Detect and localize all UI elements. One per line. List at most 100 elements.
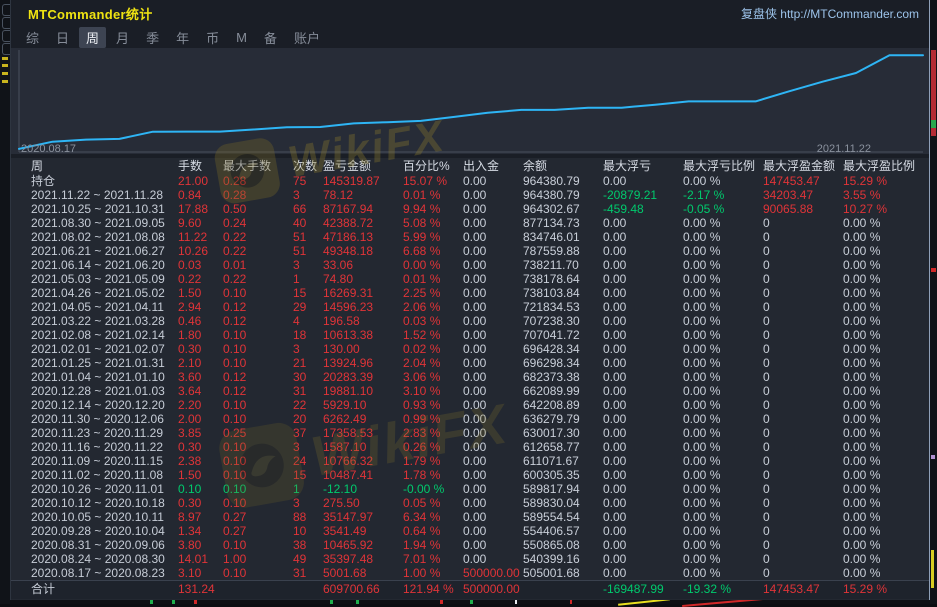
table-row[interactable]: 2020.11.23 ~ 2020.11.293.850.253717358.5… — [11, 426, 929, 440]
table-row[interactable]: 2020.08.17 ~ 2020.08.233.100.10315001.68… — [11, 566, 929, 580]
table-row-cell: 2020.11.23 ~ 2020.11.29 — [31, 426, 178, 440]
table-row-cell: 0.00 % — [683, 398, 763, 412]
table-row-cell: 0.00 — [603, 216, 683, 230]
brand-link[interactable]: 复盘侠 http://MTCommander.com — [741, 5, 919, 22]
menu-item-M[interactable]: M — [229, 29, 254, 46]
menu-item-季[interactable]: 季 — [139, 27, 166, 48]
table-row[interactable]: 2020.08.24 ~ 2020.08.3014.011.004935397.… — [11, 552, 929, 566]
table-row-cell: 0.00 % — [843, 412, 929, 426]
table-row-cell: 0.00 % — [843, 482, 929, 496]
table-row-cell: 0.00 — [463, 426, 523, 440]
table-row-cell: 721834.53 — [523, 300, 603, 314]
menu-item-月[interactable]: 月 — [109, 27, 136, 48]
table-total-row-cell: 121.94 % — [403, 581, 463, 599]
table-row-cell: 0.00 % — [843, 524, 929, 538]
table-row-cell: 0.00 — [603, 300, 683, 314]
table-row-cell: 0.00 % — [843, 468, 929, 482]
table-row-cell: 0.00 % — [843, 384, 929, 398]
menu-item-币[interactable]: 币 — [199, 27, 226, 48]
table-row[interactable]: 2021.08.02 ~ 2021.08.0811.220.225147186.… — [11, 230, 929, 244]
table-row-cell: 8.97 — [178, 510, 223, 524]
table-row-cell: 964302.67 — [523, 202, 603, 216]
table-row-cell: 0.00 % — [843, 496, 929, 510]
table-row-cell: 24 — [293, 454, 323, 468]
table-row-cell: 30 — [293, 370, 323, 384]
table-row-cell: 0.00 — [603, 538, 683, 552]
table-row-cell: 0.00 — [603, 356, 683, 370]
table-row-cell: 6262.49 — [323, 412, 403, 426]
table-row-cell: 40 — [293, 216, 323, 230]
table-row[interactable]: 2020.11.02 ~ 2020.11.081.500.101510487.4… — [11, 468, 929, 482]
table-row[interactable]: 2021.01.04 ~ 2021.01.103.600.123020283.3… — [11, 370, 929, 384]
table-row[interactable]: 2021.04.05 ~ 2021.04.112.940.122914596.2… — [11, 300, 929, 314]
table-row[interactable]: 2020.11.16 ~ 2020.11.220.300.1031587.100… — [11, 440, 929, 454]
table-row-cell: 31 — [293, 384, 323, 398]
table-row-cell: -12.10 — [323, 482, 403, 496]
table-row-cell: 3.60 — [178, 370, 223, 384]
table-row[interactable]: 2021.11.22 ~ 2021.11.280.840.28378.120.0… — [11, 188, 929, 202]
menu-item-备[interactable]: 备 — [257, 27, 284, 48]
table-row[interactable]: 持仓21.000.2875145319.8715.07 %0.00964380.… — [11, 174, 929, 188]
menu-item-周[interactable]: 周 — [79, 27, 106, 48]
table-row-cell: 0.00 % — [683, 468, 763, 482]
table-row-cell: 0.00 — [603, 426, 683, 440]
table-row-cell: 0.00 — [463, 412, 523, 426]
table-total-row-cell: 合计 — [31, 581, 178, 599]
table-row[interactable]: 2021.10.25 ~ 2021.10.3117.880.506687167.… — [11, 202, 929, 216]
table-row-cell: 738211.70 — [523, 258, 603, 272]
table-row-cell: 0.10 — [223, 538, 293, 552]
table-row-cell: 20283.39 — [323, 370, 403, 384]
table-row-cell: 2020.10.26 ~ 2020.11.01 — [31, 482, 178, 496]
table-row-cell: 5929.10 — [323, 398, 403, 412]
background-candles-fragment — [356, 600, 359, 604]
menu-item-账户[interactable]: 账户 — [287, 27, 327, 48]
table-row-cell: 0.00 — [463, 524, 523, 538]
table-row-cell: 0 — [763, 314, 843, 328]
table-row-cell: 0.00 — [603, 552, 683, 566]
menu-item-年[interactable]: 年 — [169, 27, 196, 48]
table-row[interactable]: 2020.08.31 ~ 2020.09.063.800.103810465.9… — [11, 538, 929, 552]
table-row-cell: 540399.16 — [523, 552, 603, 566]
table-row[interactable]: 2021.06.14 ~ 2021.06.200.030.01333.060.0… — [11, 258, 929, 272]
table-row[interactable]: 2021.04.26 ~ 2021.05.021.500.101516269.3… — [11, 286, 929, 300]
table-row-cell: 0.00 % — [683, 496, 763, 510]
table-row[interactable]: 2020.10.26 ~ 2020.11.010.100.101-12.10-0… — [11, 482, 929, 496]
table-row-cell: 2.10 — [178, 356, 223, 370]
table-row-cell: 2020.11.30 ~ 2020.12.06 — [31, 412, 178, 426]
table-header-row-cell: 最大浮亏 — [603, 158, 683, 174]
table-row[interactable]: 2021.05.03 ~ 2021.05.090.220.22174.800.0… — [11, 272, 929, 286]
table-row[interactable]: 2021.03.22 ~ 2021.03.280.460.124196.580.… — [11, 314, 929, 328]
table-row-cell: 21 — [293, 356, 323, 370]
table-row[interactable]: 2021.02.08 ~ 2021.02.141.800.101810613.3… — [11, 328, 929, 342]
table-row-cell: 0.00 % — [683, 314, 763, 328]
table-row-cell: 2020.08.24 ~ 2020.08.30 — [31, 552, 178, 566]
menu-item-日[interactable]: 日 — [49, 27, 76, 48]
table-row-cell: 0.30 — [178, 440, 223, 454]
table-row[interactable]: 2020.12.14 ~ 2020.12.202.200.10225929.10… — [11, 398, 929, 412]
table-row[interactable]: 2020.11.09 ~ 2020.11.152.380.102410766.3… — [11, 454, 929, 468]
table-row-cell: 0.01 % — [403, 272, 463, 286]
table-row-cell: 877134.73 — [523, 216, 603, 230]
table-row[interactable]: 2020.12.28 ~ 2021.01.033.640.123119881.1… — [11, 384, 929, 398]
table-row-cell: 0.00 — [603, 230, 683, 244]
table-row-cell: 21.00 — [178, 174, 223, 188]
table-row[interactable]: 2021.08.30 ~ 2021.09.059.600.244042388.7… — [11, 216, 929, 230]
table-row[interactable]: 2020.10.12 ~ 2020.10.180.300.103275.500.… — [11, 496, 929, 510]
table-row-cell: 0.00 % — [843, 314, 929, 328]
table-row[interactable]: 2021.01.25 ~ 2021.01.312.100.102113924.9… — [11, 356, 929, 370]
table-row-cell: 0 — [763, 552, 843, 566]
table-row[interactable]: 2020.11.30 ~ 2020.12.062.000.10206262.49… — [11, 412, 929, 426]
table-row-cell: 0.00 — [463, 496, 523, 510]
table-row[interactable]: 2021.02.01 ~ 2021.02.070.300.103130.000.… — [11, 342, 929, 356]
table-total-row-cell: 609700.66 — [323, 581, 403, 599]
table-row[interactable]: 2020.09.28 ~ 2020.10.041.340.27103541.49… — [11, 524, 929, 538]
menu-item-综[interactable]: 综 — [19, 27, 46, 48]
table-row[interactable]: 2021.06.21 ~ 2021.06.2710.260.225149348.… — [11, 244, 929, 258]
table-row-cell: 0.00 — [603, 258, 683, 272]
table-row[interactable]: 2020.10.05 ~ 2020.10.118.970.278835147.9… — [11, 510, 929, 524]
background-candles-fragment — [515, 600, 517, 604]
table-row-cell: 0.00 % — [843, 454, 929, 468]
table-row-cell: 0.00 — [603, 286, 683, 300]
table-row-cell: 0.00 % — [683, 216, 763, 230]
table-row-cell: 0.28 — [223, 174, 293, 188]
